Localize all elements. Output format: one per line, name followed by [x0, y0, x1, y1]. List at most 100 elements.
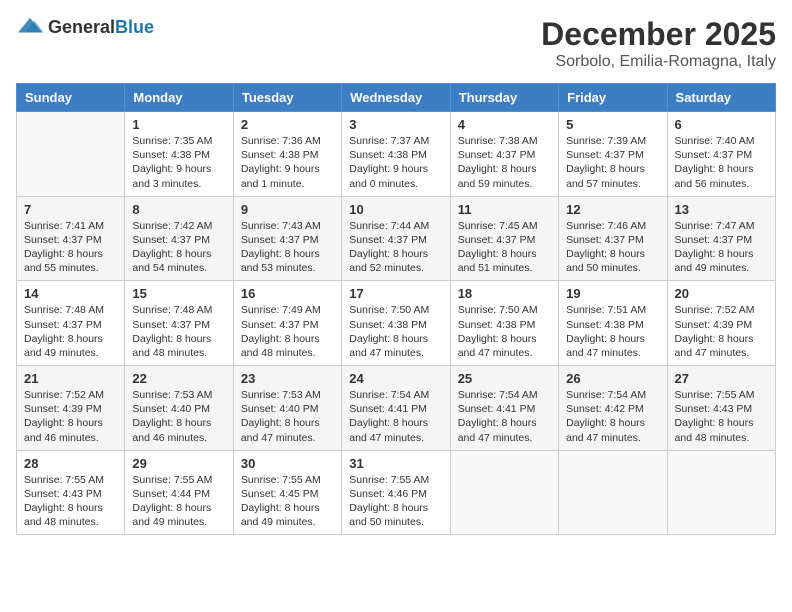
- calendar-cell: 29 Sunrise: 7:55 AMSunset: 4:44 PMDayligh…: [125, 450, 233, 535]
- cell-content: Sunrise: 7:53 AMSunset: 4:40 PMDaylight:…: [241, 388, 334, 445]
- calendar-cell: 20 Sunrise: 7:52 AMSunset: 4:39 PMDayligh…: [667, 281, 775, 366]
- col-header-saturday: Saturday: [667, 84, 775, 112]
- page-header: GeneralBlue December 2025 Sorbolo, Emili…: [16, 16, 776, 71]
- calendar-cell: [17, 112, 125, 197]
- calendar-cell: 3 Sunrise: 7:37 AMSunset: 4:38 PMDaylight…: [342, 112, 450, 197]
- calendar-cell: 12 Sunrise: 7:46 AMSunset: 4:37 PMDayligh…: [559, 196, 667, 281]
- location-title: Sorbolo, Emilia-Romagna, Italy: [541, 53, 776, 71]
- calendar-cell: 19Sunrise: 7:51 AMSunset: 4:38 PMDayligh…: [559, 281, 667, 366]
- day-number: 1: [132, 117, 225, 132]
- calendar-cell: 22 Sunrise: 7:53 AMSunset: 4:40 PMDayligh…: [125, 366, 233, 451]
- day-number: 19: [566, 286, 659, 301]
- cell-content: Sunrise: 7:54 AMSunset: 4:41 PMDaylight:…: [458, 388, 551, 445]
- cell-content: Sunrise: 7:35 AMSunset: 4:38 PMDaylight:…: [132, 134, 225, 191]
- day-number: 3: [349, 117, 442, 132]
- cell-content: Sunrise: 7:38 AMSunset: 4:37 PMDaylight:…: [458, 134, 551, 191]
- calendar-cell: 15Sunrise: 7:48 AMSunset: 4:37 PMDayligh…: [125, 281, 233, 366]
- calendar-week-1: 7Sunrise: 7:41 AMSunset: 4:37 PMDaylight…: [17, 196, 776, 281]
- cell-content: Sunrise: 7:50 AMSunset: 4:38 PMDaylight:…: [349, 303, 442, 360]
- day-number: 15: [132, 286, 225, 301]
- cell-content: Sunrise: 7:53 AMSunset: 4:40 PMDaylight:…: [132, 388, 225, 445]
- cell-content: Sunrise: 7:55 AMSunset: 4:44 PMDaylight:…: [132, 473, 225, 530]
- calendar-cell: 13 Sunrise: 7:47 AMSunset: 4:37 PMDayligh…: [667, 196, 775, 281]
- title-section: December 2025 Sorbolo, Emilia-Romagna, I…: [541, 16, 776, 71]
- calendar-cell: 7Sunrise: 7:41 AMSunset: 4:37 PMDaylight…: [17, 196, 125, 281]
- cell-content: Sunrise: 7:55 AMSunset: 4:43 PMDaylight:…: [24, 473, 117, 530]
- calendar-cell: 16 Sunrise: 7:49 AMSunset: 4:37 PMDayligh…: [233, 281, 341, 366]
- day-number: 30: [241, 456, 334, 471]
- day-number: 20: [675, 286, 768, 301]
- col-header-monday: Monday: [125, 84, 233, 112]
- logo-blue: Blue: [115, 17, 154, 37]
- day-number: 24: [349, 371, 442, 386]
- col-header-wednesday: Wednesday: [342, 84, 450, 112]
- calendar-table: SundayMondayTuesdayWednesdayThursdayFrid…: [16, 83, 776, 535]
- calendar-cell: 25Sunrise: 7:54 AMSunset: 4:41 PMDayligh…: [450, 366, 558, 451]
- calendar-week-4: 28 Sunrise: 7:55 AMSunset: 4:43 PMDayligh…: [17, 450, 776, 535]
- cell-content: Sunrise: 7:37 AMSunset: 4:38 PMDaylight:…: [349, 134, 442, 191]
- calendar-cell: 18Sunrise: 7:50 AMSunset: 4:38 PMDayligh…: [450, 281, 558, 366]
- cell-content: Sunrise: 7:42 AMSunset: 4:37 PMDaylight:…: [132, 219, 225, 276]
- day-number: 26: [566, 371, 659, 386]
- day-number: 27: [675, 371, 768, 386]
- day-number: 22: [132, 371, 225, 386]
- col-header-thursday: Thursday: [450, 84, 558, 112]
- cell-content: Sunrise: 7:46 AMSunset: 4:37 PMDaylight:…: [566, 219, 659, 276]
- day-number: 2: [241, 117, 334, 132]
- calendar-week-0: 1 Sunrise: 7:35 AMSunset: 4:38 PMDaylight…: [17, 112, 776, 197]
- day-number: 23: [241, 371, 334, 386]
- calendar-cell: 4 Sunrise: 7:38 AMSunset: 4:37 PMDaylight…: [450, 112, 558, 197]
- calendar-cell: [667, 450, 775, 535]
- col-header-friday: Friday: [559, 84, 667, 112]
- cell-content: Sunrise: 7:40 AMSunset: 4:37 PMDaylight:…: [675, 134, 768, 191]
- calendar-header-row: SundayMondayTuesdayWednesdayThursdayFrid…: [17, 84, 776, 112]
- calendar-week-2: 14Sunrise: 7:48 AMSunset: 4:37 PMDayligh…: [17, 281, 776, 366]
- calendar-cell: 6 Sunrise: 7:40 AMSunset: 4:37 PMDaylight…: [667, 112, 775, 197]
- day-number: 28: [24, 456, 117, 471]
- logo: GeneralBlue: [16, 16, 154, 38]
- col-header-sunday: Sunday: [17, 84, 125, 112]
- logo-icon: [16, 16, 44, 38]
- day-number: 11: [458, 202, 551, 217]
- day-number: 13: [675, 202, 768, 217]
- day-number: 17: [349, 286, 442, 301]
- day-number: 6: [675, 117, 768, 132]
- day-number: 14: [24, 286, 117, 301]
- cell-content: Sunrise: 7:55 AMSunset: 4:46 PMDaylight:…: [349, 473, 442, 530]
- logo-general: General: [48, 17, 115, 37]
- calendar-cell: 28 Sunrise: 7:55 AMSunset: 4:43 PMDayligh…: [17, 450, 125, 535]
- calendar-cell: 21Sunrise: 7:52 AMSunset: 4:39 PMDayligh…: [17, 366, 125, 451]
- cell-content: Sunrise: 7:55 AMSunset: 4:43 PMDaylight:…: [675, 388, 768, 445]
- day-number: 16: [241, 286, 334, 301]
- cell-content: Sunrise: 7:47 AMSunset: 4:37 PMDaylight:…: [675, 219, 768, 276]
- calendar-cell: 30 Sunrise: 7:55 AMSunset: 4:45 PMDayligh…: [233, 450, 341, 535]
- calendar-cell: 10Sunrise: 7:44 AMSunset: 4:37 PMDayligh…: [342, 196, 450, 281]
- cell-content: Sunrise: 7:49 AMSunset: 4:37 PMDaylight:…: [241, 303, 334, 360]
- calendar-cell: [450, 450, 558, 535]
- cell-content: Sunrise: 7:41 AMSunset: 4:37 PMDaylight:…: [24, 219, 117, 276]
- cell-content: Sunrise: 7:44 AMSunset: 4:37 PMDaylight:…: [349, 219, 442, 276]
- calendar-cell: 14Sunrise: 7:48 AMSunset: 4:37 PMDayligh…: [17, 281, 125, 366]
- day-number: 9: [241, 202, 334, 217]
- month-title: December 2025: [541, 16, 776, 53]
- cell-content: Sunrise: 7:52 AMSunset: 4:39 PMDaylight:…: [675, 303, 768, 360]
- calendar-cell: 5Sunrise: 7:39 AMSunset: 4:37 PMDaylight…: [559, 112, 667, 197]
- calendar-cell: 2Sunrise: 7:36 AMSunset: 4:38 PMDaylight…: [233, 112, 341, 197]
- day-number: 29: [132, 456, 225, 471]
- col-header-tuesday: Tuesday: [233, 84, 341, 112]
- day-number: 4: [458, 117, 551, 132]
- calendar-cell: 27 Sunrise: 7:55 AMSunset: 4:43 PMDayligh…: [667, 366, 775, 451]
- day-number: 5: [566, 117, 659, 132]
- day-number: 12: [566, 202, 659, 217]
- cell-content: Sunrise: 7:55 AMSunset: 4:45 PMDaylight:…: [241, 473, 334, 530]
- calendar-cell: [559, 450, 667, 535]
- calendar-cell: 11Sunrise: 7:45 AMSunset: 4:37 PMDayligh…: [450, 196, 558, 281]
- day-number: 21: [24, 371, 117, 386]
- calendar-cell: 26Sunrise: 7:54 AMSunset: 4:42 PMDayligh…: [559, 366, 667, 451]
- calendar-cell: 9Sunrise: 7:43 AMSunset: 4:37 PMDaylight…: [233, 196, 341, 281]
- calendar-cell: 8Sunrise: 7:42 AMSunset: 4:37 PMDaylight…: [125, 196, 233, 281]
- calendar-cell: 24Sunrise: 7:54 AMSunset: 4:41 PMDayligh…: [342, 366, 450, 451]
- calendar-cell: 17 Sunrise: 7:50 AMSunset: 4:38 PMDayligh…: [342, 281, 450, 366]
- day-number: 18: [458, 286, 551, 301]
- calendar-cell: 1 Sunrise: 7:35 AMSunset: 4:38 PMDaylight…: [125, 112, 233, 197]
